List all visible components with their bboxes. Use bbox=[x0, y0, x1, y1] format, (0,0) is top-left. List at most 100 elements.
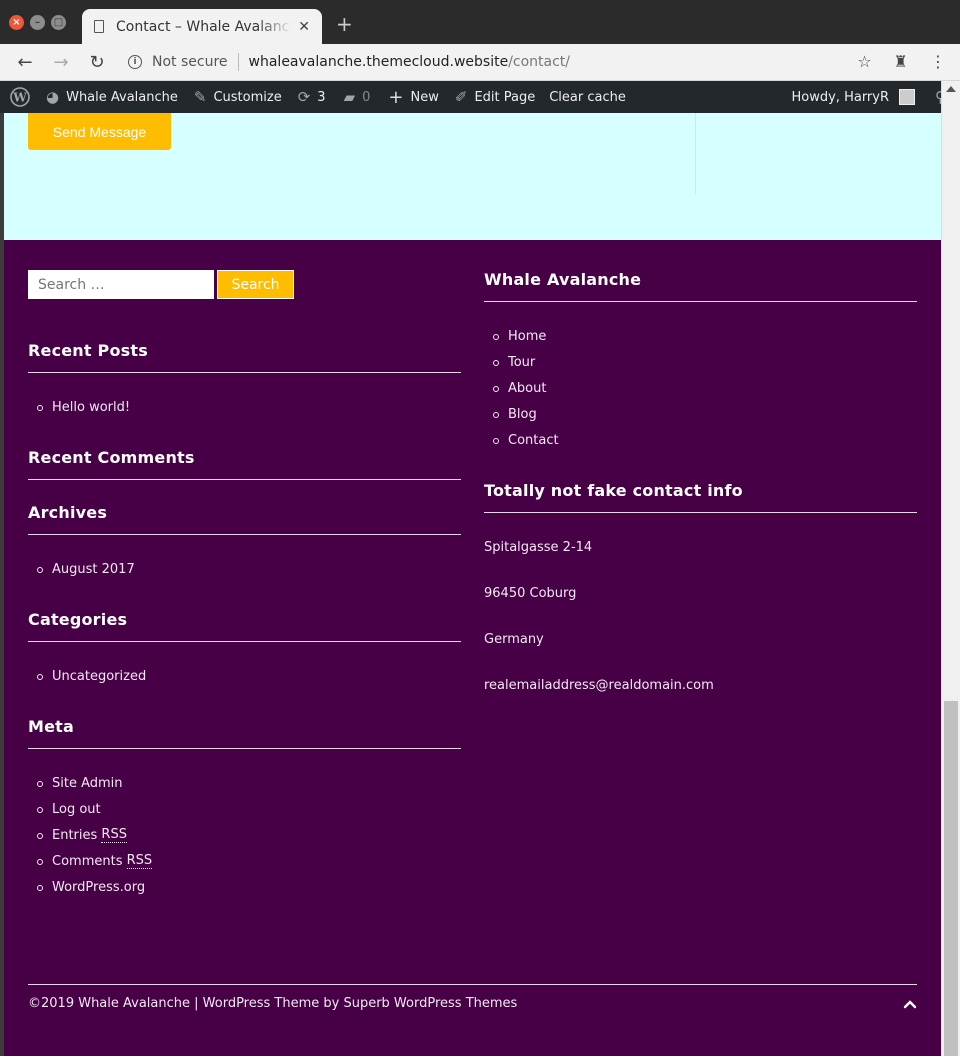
meta-title: Meta bbox=[28, 717, 461, 749]
search-input[interactable] bbox=[28, 270, 214, 299]
contact-info-title: Totally not fake contact info bbox=[484, 481, 917, 513]
categories-widget: Categories Uncategorized bbox=[28, 610, 461, 689]
customize-link[interactable]: ✎ Customize bbox=[194, 88, 282, 106]
recent-comments-title: Recent Comments bbox=[28, 448, 461, 480]
site-name-menu[interactable]: ◕ Whale Avalanche bbox=[46, 88, 178, 106]
new-content-menu[interactable]: + New bbox=[388, 87, 438, 108]
comments-rss-link[interactable]: Comments RSS bbox=[28, 848, 461, 874]
categories-title: Categories bbox=[28, 610, 461, 642]
copyright-text: ©2019 Whale Avalanche | WordPress Theme … bbox=[28, 996, 518, 1011]
edit-page-label: Edit Page bbox=[474, 89, 536, 105]
incognito-icon[interactable]: ♜ bbox=[894, 52, 908, 71]
site-name-label: Whale Avalanche bbox=[66, 89, 178, 105]
menu-widget-title: Whale Avalanche bbox=[484, 270, 917, 302]
entries-rss-link[interactable]: Entries RSS bbox=[28, 822, 461, 848]
toolbar-actions: ☆ ♜ ⋮ bbox=[857, 52, 946, 71]
updates-link[interactable]: ⟳ 3 bbox=[298, 88, 326, 106]
archives-title: Archives bbox=[28, 503, 461, 535]
search-button[interactable]: Search bbox=[217, 270, 294, 299]
log-out-link[interactable]: Log out bbox=[28, 796, 461, 822]
contact-email: realemailaddress@realdomain.com bbox=[484, 677, 714, 693]
recent-posts-list: Hello world! bbox=[28, 394, 461, 420]
reload-button[interactable]: ↻ bbox=[86, 52, 108, 73]
bookmark-star-icon[interactable]: ☆ bbox=[857, 52, 871, 71]
customize-label: Customize bbox=[213, 89, 282, 105]
comments-link[interactable]: ▰ 0 bbox=[344, 88, 371, 106]
entries-label: Entries bbox=[52, 827, 102, 843]
menu-item-about[interactable]: About bbox=[484, 375, 917, 401]
dashboard-icon: ◕ bbox=[46, 88, 60, 106]
pencil-icon: ✐ bbox=[454, 88, 468, 106]
window-close-button[interactable]: × bbox=[9, 15, 24, 30]
comments-count: 0 bbox=[362, 89, 371, 105]
browser-window: × – □ Contact – Whale Avalanche ✕ + ← → … bbox=[0, 0, 960, 1056]
window-minimize-button[interactable]: – bbox=[30, 15, 45, 30]
menu-widget: Whale Avalanche Home Tour About Blog Con… bbox=[484, 270, 917, 453]
rss-abbr: RSS bbox=[101, 827, 127, 843]
scroll-up-arrow-icon[interactable] bbox=[946, 86, 956, 92]
menu-kebab-icon[interactable]: ⋮ bbox=[930, 52, 946, 71]
wordpress-org-link[interactable]: WordPress.org bbox=[28, 874, 461, 900]
menu-item-tour[interactable]: Tour bbox=[484, 349, 917, 375]
site-admin-link[interactable]: Site Admin bbox=[28, 770, 461, 796]
url-path: /contact/ bbox=[508, 54, 571, 70]
menu-item-contact[interactable]: Contact bbox=[484, 427, 917, 453]
column-divider bbox=[695, 113, 696, 194]
archives-widget: Archives August 2017 bbox=[28, 503, 461, 582]
new-label: New bbox=[410, 89, 439, 105]
list-item[interactable]: Uncategorized bbox=[28, 663, 461, 689]
recent-posts-widget: Recent Posts Hello world! bbox=[28, 341, 461, 420]
menu-item-home[interactable]: Home bbox=[484, 323, 917, 349]
footer-left-column: Search Recent Posts Hello world! Recent … bbox=[28, 270, 461, 900]
wp-admin-bar: W ◕ Whale Avalanche ✎ Customize ⟳ 3 ▰ 0 … bbox=[0, 81, 960, 113]
avatar[interactable] bbox=[899, 89, 915, 105]
page-icon bbox=[94, 20, 104, 33]
recent-posts-title: Recent Posts bbox=[28, 341, 461, 373]
footer-menu: Home Tour About Blog Contact bbox=[484, 323, 917, 453]
comments-label: Comments bbox=[52, 853, 127, 869]
rss-abbr: RSS bbox=[126, 853, 153, 869]
url-host: whaleavalanche.themecloud.website bbox=[248, 54, 509, 70]
contact-info-widget: Totally not fake contact info Spitalgass… bbox=[484, 481, 917, 695]
page-scrollbar[interactable] bbox=[941, 81, 960, 1056]
paintbrush-icon: ✎ bbox=[193, 88, 207, 106]
tab-close-icon[interactable]: ✕ bbox=[298, 19, 310, 35]
address-street: Spitalgasse 2-14 bbox=[484, 539, 593, 555]
categories-list: Uncategorized bbox=[28, 663, 461, 689]
list-item[interactable]: August 2017 bbox=[28, 556, 461, 582]
not-secure-label[interactable]: Not secure bbox=[152, 54, 228, 70]
updates-icon: ⟳ bbox=[297, 88, 311, 106]
browser-tab-active[interactable]: Contact – Whale Avalanche ✕ bbox=[82, 9, 322, 44]
list-item[interactable]: Hello world! bbox=[28, 394, 461, 420]
howdy-account-menu[interactable]: Howdy, HarryR bbox=[792, 90, 890, 105]
svg-text:W: W bbox=[12, 91, 27, 105]
menu-item-blog[interactable]: Blog bbox=[484, 401, 917, 427]
page-content: Send Message Search Recent Posts Hello w… bbox=[4, 113, 941, 1056]
meta-list: Site Admin Log out Entries RSS Comments … bbox=[28, 770, 461, 900]
tab-title: Contact – Whale Avalanche bbox=[116, 18, 292, 35]
archives-list: August 2017 bbox=[28, 556, 461, 582]
clear-cache-label: Clear cache bbox=[549, 89, 626, 105]
send-message-button[interactable]: Send Message bbox=[28, 113, 171, 150]
wordpress-logo-icon[interactable]: W bbox=[10, 87, 30, 107]
window-maximize-button[interactable]: □ bbox=[51, 15, 66, 30]
meta-widget: Meta Site Admin Log out Entries RSS Comm… bbox=[28, 717, 461, 900]
plus-icon: + bbox=[388, 86, 404, 108]
forward-button[interactable]: → bbox=[50, 52, 72, 73]
site-info-icon[interactable]: i bbox=[128, 55, 142, 69]
scrollbar-thumb[interactable] bbox=[944, 701, 958, 1056]
back-to-top-chevron-icon[interactable] bbox=[902, 996, 918, 1012]
address-city: 96450 Coburg bbox=[484, 585, 577, 601]
clear-cache-link[interactable]: Clear cache bbox=[549, 90, 626, 105]
site-footer: Search Recent Posts Hello world! Recent … bbox=[4, 240, 941, 1056]
footer-divider bbox=[28, 984, 917, 985]
new-tab-button[interactable]: + bbox=[336, 14, 353, 34]
contact-section: Send Message bbox=[4, 113, 941, 240]
url-divider bbox=[237, 53, 239, 71]
recent-comments-widget: Recent Comments bbox=[28, 448, 461, 480]
back-button[interactable]: ← bbox=[14, 52, 36, 73]
admin-bar-account: Howdy, HarryR ⚲ bbox=[792, 81, 947, 113]
edit-page-link[interactable]: ✐ Edit Page bbox=[455, 88, 535, 106]
updates-count: 3 bbox=[317, 89, 326, 105]
url-field[interactable]: whaleavalanche.themecloud.website/contac… bbox=[249, 54, 570, 70]
